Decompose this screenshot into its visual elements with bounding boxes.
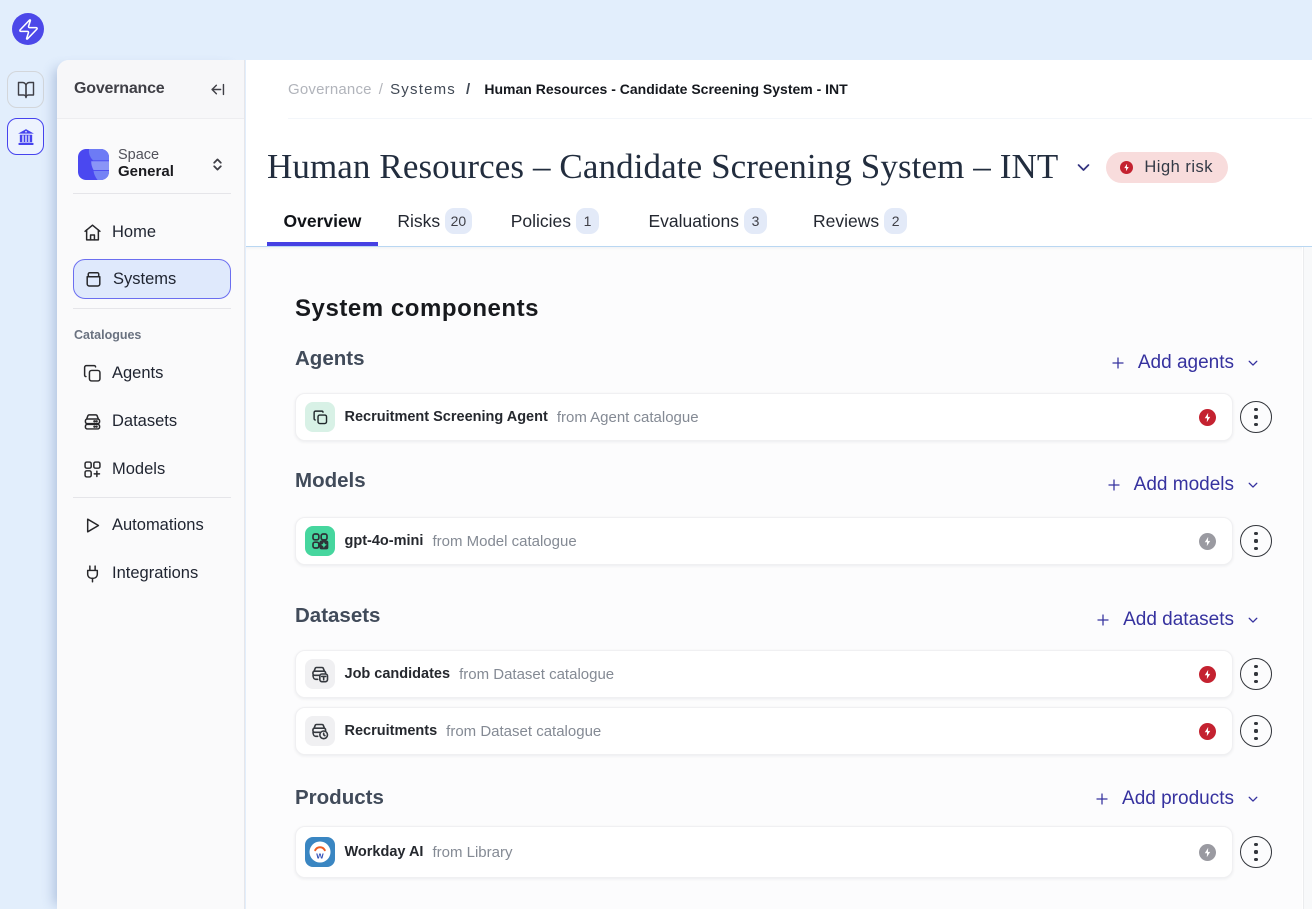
svg-text:w: w bbox=[315, 851, 324, 862]
